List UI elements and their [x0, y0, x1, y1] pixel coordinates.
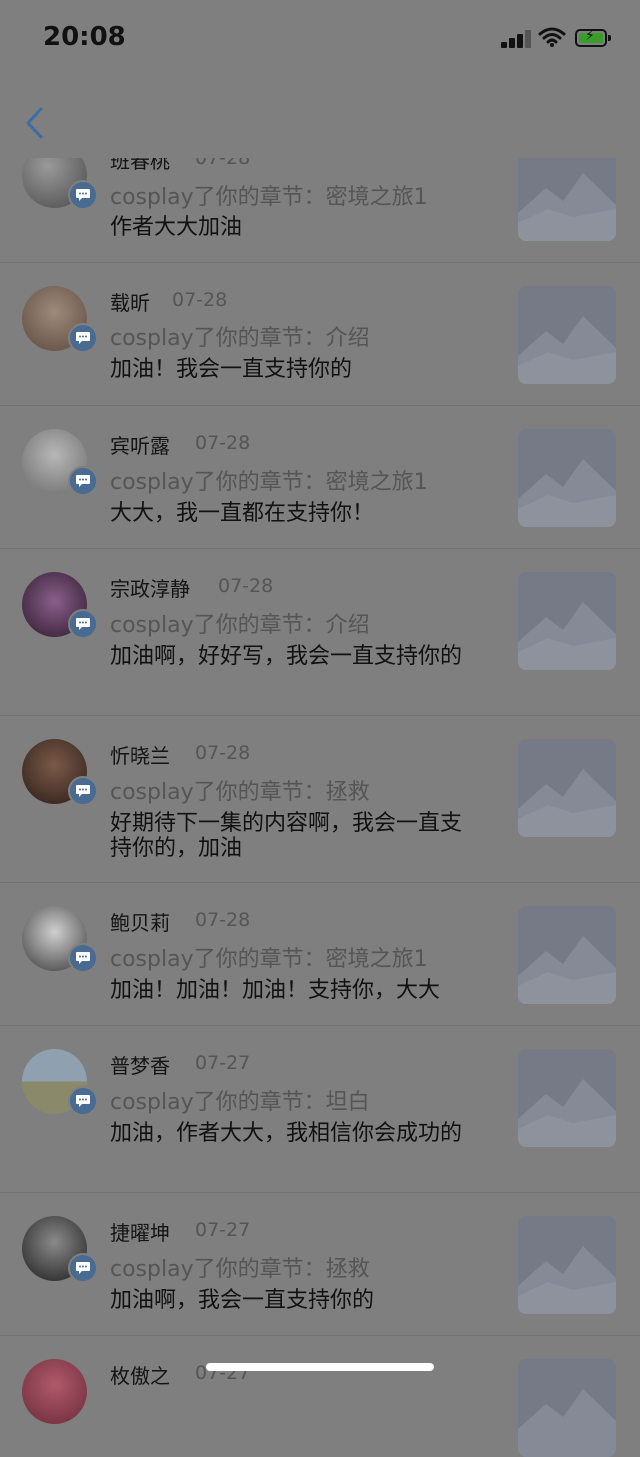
chapter-thumbnail[interactable] [518, 1359, 616, 1457]
comment-badge-icon [68, 1253, 98, 1283]
comment-text: 加油，作者大大，我相信你会成功的 [110, 1121, 463, 1146]
avatar[interactable] [22, 1359, 87, 1424]
chapter-text: cosplay了你的章节：密境之旅1 [110, 185, 428, 210]
chapter-thumbnail[interactable] [518, 1049, 616, 1147]
comment-badge-icon [68, 323, 98, 353]
commenter-name: 忻晓兰 [110, 744, 170, 768]
comment-badge-icon [68, 609, 98, 639]
list-item[interactable]: 宗政淳静 07-28 cosplay了你的章节：介绍 加油啊，好好写，我会一直支… [0, 549, 640, 716]
comment-text: 好期待下一集的内容啊，我会一直支持你的，加油 [110, 811, 463, 861]
chapter-text: cosplay了你的章节：拯救 [110, 1257, 370, 1282]
comment-badge-icon [68, 943, 98, 973]
chapter-text: cosplay了你的章节：介绍 [110, 613, 370, 638]
chapter-thumbnail[interactable] [518, 572, 616, 670]
chapter-text: cosplay了你的章节：介绍 [110, 326, 370, 351]
cellular-signal-icon [501, 30, 531, 48]
comment-date: 07-27 [195, 1219, 251, 1241]
comment-badge-icon [68, 466, 98, 496]
chapter-text: cosplay了你的章节：密境之旅1 [110, 470, 428, 495]
comment-text: 大大，我一直都在支持你！ [110, 501, 375, 526]
chapter-text: cosplay了你的章节：拯救 [110, 780, 370, 805]
home-indicator[interactable] [206, 1363, 434, 1371]
comment-text: 作者大大加油 [110, 215, 243, 240]
comment-date: 07-28 [195, 909, 251, 931]
list-item[interactable]: 鲍贝莉 07-28 cosplay了你的章节：密境之旅1 加油！加油！加油！支持… [0, 883, 640, 1026]
chapter-text: cosplay了你的章节：坦白 [110, 1090, 370, 1115]
commenter-name: 载昕 [110, 291, 150, 315]
status-time: 20:08 [43, 22, 126, 52]
comment-date: 07-28 [195, 742, 251, 764]
chapter-thumbnail[interactable] [518, 906, 616, 1004]
chapter-thumbnail[interactable] [518, 429, 616, 527]
status-bar: 20:08 ⚡ [0, 0, 640, 80]
chevron-left-icon[interactable] [22, 105, 46, 145]
commenter-name: 枚傲之 [110, 1364, 170, 1388]
list-item[interactable]: 普梦香 07-27 cosplay了你的章节：坦白 加油，作者大大，我相信你会成… [0, 1026, 640, 1193]
list-item[interactable]: 忻晓兰 07-28 cosplay了你的章节：拯救 好期待下一集的内容啊，我会一… [0, 716, 640, 883]
battery-charging-icon: ⚡ [575, 28, 611, 47]
comment-badge-icon [68, 776, 98, 806]
comment-date: 07-28 [195, 432, 251, 454]
chapter-thumbnail[interactable] [518, 1216, 616, 1314]
comment-date: 07-28 [218, 575, 274, 597]
chapter-text: cosplay了你的章节：密境之旅1 [110, 947, 428, 972]
commenter-name: 宾听露 [110, 434, 170, 458]
chapter-thumbnail[interactable] [518, 286, 616, 384]
commenter-name: 鲍贝莉 [110, 911, 170, 935]
list-item[interactable]: 载昕 07-28 cosplay了你的章节：介绍 加油！我会一直支持你的 [0, 263, 640, 406]
comment-date: 07-27 [195, 1052, 251, 1074]
commenter-name: 宗政淳静 [110, 577, 190, 601]
list-item[interactable]: 宾听露 07-28 cosplay了你的章节：密境之旅1 大大，我一直都在支持你… [0, 406, 640, 549]
comment-date: 07-28 [172, 289, 228, 311]
comment-badge-icon [68, 1086, 98, 1116]
comment-badge-icon [68, 180, 98, 210]
chapter-thumbnail[interactable] [518, 739, 616, 837]
comment-text: 加油啊，我会一直支持你的 [110, 1288, 375, 1313]
comment-text: 加油！加油！加油！支持你，大大 [110, 978, 441, 1003]
commenter-name: 普梦香 [110, 1054, 170, 1078]
list-item[interactable]: 捷曜坤 07-27 cosplay了你的章节：拯救 加油啊，我会一直支持你的 [0, 1193, 640, 1336]
comment-text: 加油！我会一直支持你的 [110, 357, 353, 382]
commenter-name: 捷曜坤 [110, 1221, 170, 1245]
comment-text: 加油啊，好好写，我会一直支持你的 [110, 644, 463, 669]
wifi-icon [538, 26, 566, 52]
